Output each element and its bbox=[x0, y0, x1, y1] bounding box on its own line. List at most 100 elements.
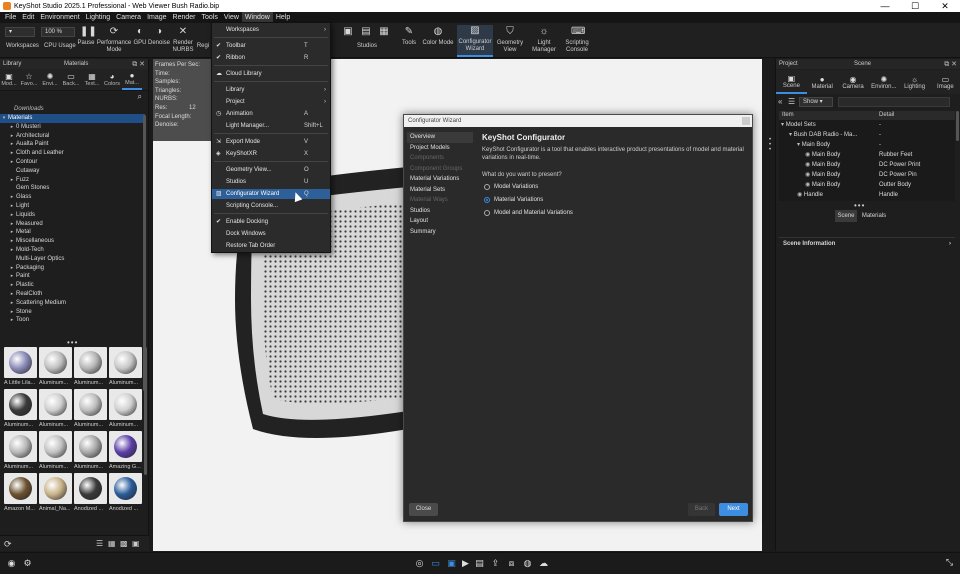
scene-scrollbar[interactable] bbox=[956, 111, 959, 141]
tree-item[interactable]: ▸ Light bbox=[0, 202, 145, 211]
material-thumbnail[interactable]: Aluminum... bbox=[39, 431, 72, 470]
tab-environment[interactable]: ✺ Environ... bbox=[868, 70, 899, 94]
movie-icon[interactable]: ▤ bbox=[474, 558, 485, 569]
studios-button[interactable]: Studios bbox=[354, 43, 380, 50]
screenshot-icon[interactable]: ⧈ bbox=[506, 558, 517, 569]
tree-item[interactable]: ▸ Plastic bbox=[0, 281, 145, 290]
cloud-icon[interactable]: ☁ bbox=[538, 558, 549, 569]
material-thumbnail[interactable]: Aluminum... bbox=[109, 347, 142, 386]
tree-item[interactable]: ▸ Scattering Medium bbox=[0, 299, 145, 308]
eye-icon[interactable]: ◉ bbox=[805, 182, 812, 188]
material-thumbnail[interactable]: Aluminum... bbox=[4, 431, 37, 470]
subtab-scene[interactable]: Scene bbox=[835, 210, 857, 222]
material-thumbnail[interactable]: Aluminum... bbox=[74, 389, 107, 428]
panel-float-close-icon[interactable]: ⧉ ✕ bbox=[132, 60, 145, 69]
tab-scene[interactable]: ▣ Scene bbox=[776, 70, 807, 94]
window-menu-item[interactable]: Restore Tab Order bbox=[212, 241, 330, 251]
tab-favorites[interactable]: ☆ Favo... bbox=[18, 69, 40, 90]
layout-split-icon[interactable]: ▣ bbox=[446, 558, 457, 569]
material-thumbnail[interactable]: Aluminum... bbox=[4, 389, 37, 428]
tree-item[interactable]: ▸ Stone bbox=[0, 308, 145, 317]
tree-item[interactable]: ▸ Paint bbox=[0, 272, 145, 281]
tab-textures[interactable]: ▦ Text... bbox=[82, 69, 102, 90]
window-menu-item[interactable]: ◈ KeyShotXR X bbox=[212, 149, 330, 159]
show-filter-dropdown[interactable]: Show ▾ bbox=[799, 97, 833, 107]
table-row[interactable]: ◉ Main Body Rubber Feet bbox=[779, 150, 955, 160]
tree-item[interactable]: Gem Stones bbox=[0, 184, 145, 193]
window-menu-item[interactable]: Workspaces › bbox=[212, 25, 330, 35]
tab-lighting[interactable]: ☼ Lighting bbox=[899, 70, 930, 94]
workspaces-button[interactable]: Workspaces bbox=[6, 43, 39, 50]
tree-item-materials[interactable]: ▾ Materials bbox=[0, 114, 145, 123]
tree-item[interactable]: ▸ Glass bbox=[0, 193, 145, 202]
window-menu-item[interactable]: Studios U bbox=[212, 177, 330, 187]
downloads-section[interactable]: Downloads bbox=[0, 105, 145, 114]
thumbnail-scrollbar[interactable] bbox=[144, 347, 147, 475]
menu-camera[interactable]: Camera bbox=[113, 12, 144, 23]
eye-icon[interactable]: ◉ bbox=[805, 172, 812, 178]
tile-view-icon[interactable]: ▣ bbox=[132, 539, 140, 548]
next-button[interactable]: Next bbox=[719, 503, 748, 516]
wizard-option-radio[interactable]: Material Variations bbox=[484, 193, 747, 206]
tab-camera[interactable]: ◉ Camera bbox=[838, 70, 869, 94]
table-row[interactable]: ▾ Main Body - bbox=[779, 140, 955, 150]
tree-item[interactable]: ▸ Architectural bbox=[0, 132, 145, 141]
window-menu-item[interactable]: ☁ Cloud Library bbox=[212, 69, 330, 79]
menu-render[interactable]: Render bbox=[170, 12, 199, 23]
pause-button[interactable]: ❚❚ Pause bbox=[78, 26, 97, 47]
column-detail[interactable]: Detail bbox=[879, 111, 955, 120]
library-search[interactable]: ⌕ bbox=[0, 91, 148, 103]
grid-studio-icon[interactable]: ▦ bbox=[378, 26, 390, 38]
eye-icon[interactable]: ◉ bbox=[805, 162, 812, 168]
wizard-step[interactable]: Project Models bbox=[407, 143, 473, 154]
tree-item[interactable]: ▸ Aualta Paint bbox=[0, 140, 145, 149]
play-icon[interactable]: ▶ bbox=[460, 558, 471, 569]
material-thumbnail[interactable]: A Little Lila... bbox=[4, 347, 37, 386]
tree-item[interactable]: ▸ Metal bbox=[0, 228, 145, 237]
panel-float-close-icon[interactable]: ⧉ ✕ bbox=[944, 60, 957, 69]
tree-item[interactable]: ▸ Contour bbox=[0, 158, 145, 167]
close-button[interactable]: Close bbox=[409, 503, 438, 516]
tree-item[interactable]: Multi-Layer Optics bbox=[0, 255, 145, 264]
back-button[interactable]: Back bbox=[688, 503, 715, 516]
material-thumbnail[interactable]: Aluminum... bbox=[39, 347, 72, 386]
tree-item[interactable]: ▸ Mold-Tech bbox=[0, 246, 145, 255]
zoom-combo[interactable]: 100 % bbox=[41, 27, 75, 37]
tab-materials[interactable]: ● Mat... bbox=[122, 69, 142, 90]
tab-material[interactable]: ● Material bbox=[807, 70, 838, 94]
search-icon[interactable]: ⌕ bbox=[138, 92, 142, 102]
material-thumbnail[interactable]: Aluminum... bbox=[39, 389, 72, 428]
color-mode-button[interactable]: ◍ Color Mode bbox=[421, 26, 455, 47]
window-menu-item[interactable]: Project › bbox=[212, 97, 330, 107]
share-icon[interactable]: ⇪ bbox=[490, 558, 501, 569]
splitter-handle-icon[interactable]: ••• bbox=[854, 201, 865, 210]
vr-icon[interactable]: ◍ bbox=[522, 558, 533, 569]
wizard-step[interactable]: Material Sets bbox=[407, 185, 473, 196]
table-row[interactable]: ◉ Main Body Outter Body bbox=[779, 180, 955, 190]
splitter-handle-icon[interactable]: ••• bbox=[67, 338, 78, 347]
scene-search-input[interactable] bbox=[838, 97, 950, 107]
light-manager-button[interactable]: ☼ Light Manager bbox=[530, 26, 558, 54]
window-menu-item[interactable]: ✔ Enable Docking bbox=[212, 217, 330, 227]
performance-mode-button[interactable]: ⟳ Performance Mode bbox=[97, 26, 131, 54]
material-thumbnail[interactable]: Aluminum... bbox=[109, 389, 142, 428]
material-thumbnail[interactable]: Amazon M... bbox=[4, 473, 37, 512]
close-window-icon[interactable]: ✕ bbox=[930, 0, 960, 12]
material-thumbnail[interactable]: Aluminum... bbox=[74, 347, 107, 386]
window-menu-item[interactable]: Scripting Console... bbox=[212, 201, 330, 211]
tree-item[interactable]: ▸ Fuzz bbox=[0, 176, 145, 185]
window-menu-item[interactable]: Geometry View... O bbox=[212, 165, 330, 175]
eye-icon[interactable]: ◉ bbox=[805, 152, 812, 158]
material-thumbnail[interactable]: Animal_Na... bbox=[39, 473, 72, 512]
wizard-step[interactable]: Studios bbox=[407, 206, 473, 217]
wizard-option-radio[interactable]: Model Variations bbox=[484, 180, 747, 193]
minimize-icon[interactable]: — bbox=[870, 0, 900, 12]
window-menu-item[interactable]: ▨ Configurator Wizard Q bbox=[212, 189, 330, 199]
maximize-icon[interactable]: ☐ bbox=[900, 0, 930, 12]
layers-studio-icon[interactable]: ▤ bbox=[360, 26, 372, 38]
scene-information-section[interactable]: Scene Information › bbox=[779, 237, 955, 249]
table-row[interactable]: ▾ Bush DAB Radio - Ma... - bbox=[779, 130, 955, 140]
side-drag-handle-icon[interactable]: • • • bbox=[769, 137, 771, 153]
workspace-combo[interactable]: ▾ bbox=[5, 27, 35, 37]
material-thumbnail[interactable]: Amazing G... bbox=[109, 431, 142, 470]
